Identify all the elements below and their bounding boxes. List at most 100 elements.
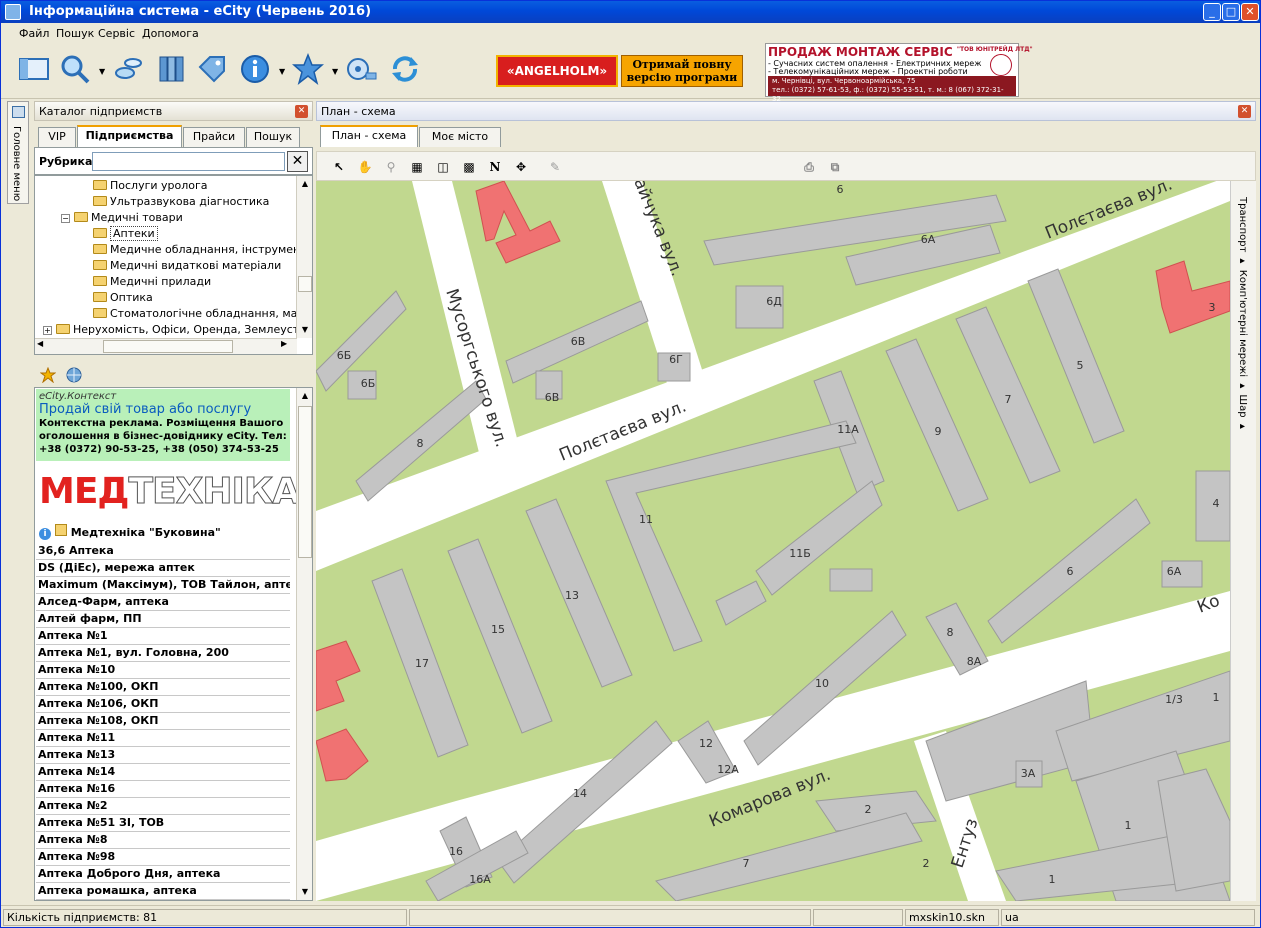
ad-angelholm-banner[interactable]: «ANGELHOLM» (496, 55, 618, 87)
list-item[interactable]: Аптека ромашка, аптека (36, 883, 290, 900)
north-icon[interactable]: N (487, 159, 503, 175)
list-item[interactable]: Аптека №11 (36, 730, 290, 747)
list-item[interactable]: Аптека №51 ЗІ, ТОВ (36, 815, 290, 832)
globe-icon[interactable] (66, 367, 82, 383)
info-icon[interactable]: i (39, 528, 51, 540)
ad-service-banner[interactable]: ПРОДАЖ МОНТАЖ СЕРВІС "ТОВ ЮНІТРЕЙД ЛТД" … (765, 43, 1033, 103)
list-item[interactable]: 36,6 Аптека (36, 543, 290, 560)
scroll-up-icon[interactable]: ▲ (297, 176, 312, 192)
scroll-thumb[interactable] (298, 406, 312, 558)
list-item[interactable]: Аптека №13 (36, 747, 290, 764)
layers-sidebar[interactable]: Транспорт ▸ Комп'ютерні мережі ▸ Шар ▸ (1230, 181, 1256, 901)
menu-help[interactable]: Допомога (142, 27, 199, 40)
catalog-close-icon[interactable]: ✕ (295, 105, 308, 118)
favorite-add-icon[interactable] (40, 367, 56, 383)
tree-item[interactable]: Медичні прилади (93, 274, 211, 290)
maximize-button[interactable]: □ (1222, 3, 1240, 21)
tree-item-selected[interactable]: Аптеки (93, 226, 158, 242)
expand-icon[interactable]: + (43, 326, 52, 335)
tree-hscrollbar[interactable]: ◀ ▶ (35, 338, 297, 354)
collapse-icon[interactable]: − (61, 214, 70, 223)
list-item[interactable]: Maximum (Максімум), ТОВ Тайлон, аптека (36, 577, 290, 594)
tree-item[interactable]: Ультразвукова діагностика (93, 194, 269, 210)
tree-item[interactable]: Медичні видаткові матеріали (93, 258, 281, 274)
rubric-clear-button[interactable]: ✕ (287, 151, 308, 172)
pills-icon[interactable] (113, 53, 145, 85)
menu-search[interactable]: Пошук (56, 27, 94, 40)
menu-file[interactable]: Файл (19, 27, 49, 40)
tab-my-city[interactable]: Моє місто (419, 127, 501, 147)
tree-item[interactable]: − Медичні товари (61, 210, 183, 226)
ad-full-version-banner[interactable]: Отримай повну версію програми (621, 55, 743, 87)
list-item[interactable]: DS (ДіЕс), мережа аптек (36, 560, 290, 577)
scroll-left-icon[interactable]: ◀ (37, 339, 43, 348)
scroll-down-icon[interactable]: ▼ (297, 322, 312, 338)
hscroll-thumb[interactable] (103, 340, 233, 353)
tab-plan[interactable]: План - схема (320, 125, 418, 147)
pan-hand-icon[interactable]: ✋ (357, 159, 373, 175)
scroll-right-icon[interactable]: ▶ (281, 339, 287, 348)
tree-item[interactable]: Медичне обладнання, інструмент (93, 242, 307, 258)
info-icon[interactable] (239, 53, 271, 85)
list-item[interactable]: Аптека №106, ОКП (36, 696, 290, 713)
tab-enterprises[interactable]: Підприємства (77, 125, 182, 147)
main-menu-sidetab[interactable]: Головне меню (7, 101, 29, 204)
film-icon[interactable] (346, 53, 378, 85)
city-map[interactable]: 6 6А 6Д 6В 6Г 6Б 6Б 6В 8 11А 9 7 5 3 11 11Б 13 15 17 6 6А 4 8 8… (316, 181, 1230, 901)
tree-item[interactable]: Послуги уролога (93, 178, 208, 194)
list-item[interactable]: Аптека №14 (36, 764, 290, 781)
list-item[interactable]: Аптека №98 (36, 849, 290, 866)
map-canvas[interactable]: 66А6Д6В6Г6Б6Б6В811А 97531111Б1315176 6А488… (316, 181, 1230, 901)
list-item[interactable]: Аптека №8 (36, 832, 290, 849)
minimize-button[interactable]: _ (1203, 3, 1221, 21)
print-icon[interactable]: ⎙ (801, 159, 817, 175)
list-item[interactable]: Аптека №1 (36, 628, 290, 645)
tree-item[interactable]: Оптика (93, 290, 153, 306)
eraser-icon[interactable]: ✎ (547, 159, 563, 175)
tag-icon[interactable] (196, 53, 228, 85)
export-icon[interactable]: ⧉ (827, 159, 843, 175)
list-item[interactable]: Алсед-Фарм, аптека (36, 594, 290, 611)
star-icon[interactable] (292, 53, 324, 85)
info-dropdown-icon[interactable]: ▼ (279, 67, 287, 76)
scroll-up-icon[interactable]: ▲ (297, 388, 312, 404)
list-item[interactable]: Аптека №10 (36, 662, 290, 679)
move-icon[interactable]: ✥ (513, 159, 529, 175)
tab-prices[interactable]: Прайси (183, 127, 245, 147)
rubric-input[interactable] (92, 152, 285, 171)
list-item[interactable]: Аптека №100, ОКП (36, 679, 290, 696)
tab-search[interactable]: Пошук (246, 127, 300, 147)
list-item[interactable]: Алтей фарм, ПП (36, 611, 290, 628)
ruler-icon[interactable]: ▦ (409, 159, 425, 175)
panel-splitter[interactable] (34, 357, 313, 361)
search-dropdown-icon[interactable]: ▼ (99, 67, 107, 76)
scroll-down-icon[interactable]: ▼ (297, 884, 312, 900)
list-item[interactable]: Аптека №2 (36, 798, 290, 815)
cube-icon[interactable]: ◫ (435, 159, 451, 175)
refresh-icon[interactable] (389, 53, 421, 85)
note-icon[interactable] (54, 524, 67, 536)
grid-icon[interactable]: ▩ (461, 159, 477, 175)
list-item[interactable]: Аптека Доброго Дня, аптека (36, 866, 290, 883)
scroll-thumb[interactable] (298, 276, 312, 292)
tree-item[interactable]: + Нерухомість, Офіси, Оренда, Землеустрій (43, 322, 312, 338)
tab-vip[interactable]: VIP (38, 127, 76, 147)
books-icon[interactable] (156, 53, 188, 85)
pointer-icon[interactable]: ↖ (331, 159, 347, 175)
close-button[interactable]: ✕ (1241, 3, 1259, 21)
menu-service[interactable]: Сервіс (98, 27, 135, 40)
tree-item[interactable]: Стоматологічне обладнання, матер (93, 306, 312, 322)
list-item[interactable]: Аптека №16 (36, 781, 290, 798)
context-ad[interactable]: eCity.Контекст Продай свій товар або пос… (36, 389, 290, 461)
tree-vscrollbar[interactable]: ▲ ▼ (296, 176, 312, 338)
list-item[interactable]: Аптека №108, ОКП (36, 713, 290, 730)
star-dropdown-icon[interactable]: ▼ (332, 67, 340, 76)
map-close-icon[interactable]: ✕ (1238, 105, 1251, 118)
search-icon[interactable] (59, 53, 91, 85)
list-item-featured[interactable]: i Медтехніка "Буковина" (39, 524, 221, 540)
app-icon[interactable] (5, 4, 21, 20)
list-vscrollbar[interactable]: ▲ ▼ (296, 388, 312, 900)
layout-icon[interactable] (18, 53, 50, 85)
medtekhnika-logo[interactable]: МЕДТЕХНІКА (39, 473, 301, 510)
zoom-icon[interactable]: ⚲ (383, 159, 399, 175)
